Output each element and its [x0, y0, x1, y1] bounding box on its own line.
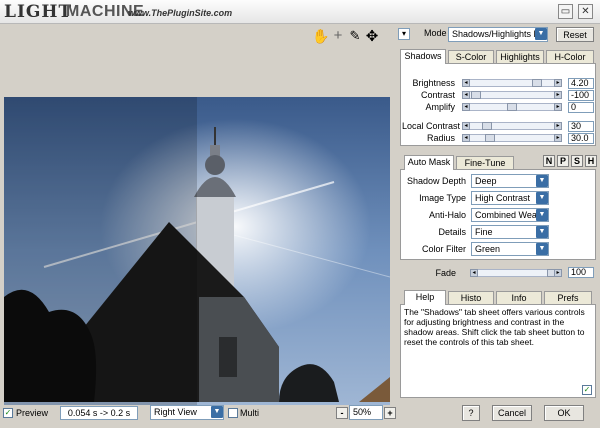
preview-label: Preview — [16, 408, 49, 418]
move-tool-icon[interactable]: ✥ — [365, 27, 379, 45]
chevron-down-icon[interactable]: ▼ — [536, 243, 548, 255]
slider-value[interactable]: 30.0 — [568, 133, 594, 144]
slider-label: Brightness — [412, 78, 455, 88]
n-button[interactable]: N — [543, 155, 555, 167]
select-label: Anti-Halo — [428, 210, 466, 220]
chevron-down-icon[interactable]: ▼ — [536, 209, 548, 221]
tab-fine-tune[interactable]: Fine-Tune — [456, 156, 514, 170]
fade-slider[interactable]: ◂ ▸ — [470, 269, 562, 277]
chevron-down-icon[interactable]: ▼ — [536, 175, 548, 187]
slider-left-arrow-icon[interactable]: ◂ — [462, 122, 470, 130]
select-label: Image Type — [419, 193, 466, 203]
select-label: Color Filter — [421, 244, 466, 254]
preview-checkbox[interactable]: ✓ — [3, 408, 13, 418]
p-button[interactable]: P — [557, 155, 569, 167]
slider-thumb[interactable] — [532, 79, 543, 87]
slider-label: Local Contrast — [402, 121, 461, 131]
tab-histo[interactable]: Histo — [448, 291, 494, 305]
hand-tool-icon[interactable]: ✋ — [312, 28, 329, 45]
fade-value[interactable]: 100 — [568, 267, 594, 278]
slider-thumb[interactable] — [485, 134, 496, 142]
tab-shadows[interactable]: Shadows — [400, 49, 446, 64]
cancel-button[interactable]: Cancel — [492, 405, 532, 421]
select-label: Shadow Depth — [406, 176, 466, 186]
slider-right-arrow-icon[interactable]: ▸ — [554, 122, 562, 130]
slider-track[interactable]: ◂ ▸ — [462, 134, 562, 142]
chevron-down-icon[interactable]: ▼ — [211, 406, 223, 418]
preview-area[interactable] — [4, 46, 390, 405]
options-menu-button[interactable]: ▾ — [398, 28, 410, 40]
help-panel: The "Shadows" tab sheet offers various c… — [400, 304, 596, 398]
mode-label: Mode — [424, 28, 447, 38]
slider-track[interactable]: ◂ ▸ — [462, 103, 562, 111]
slider-value[interactable]: -100 — [568, 90, 594, 101]
title-bar: LIGHT MACHINE www.ThePluginSite.com ▭ ✕ — [0, 0, 600, 24]
tab-highlights[interactable]: Highlights — [496, 50, 544, 64]
slider-right-arrow-icon[interactable]: ▸ — [554, 134, 562, 142]
multi-label: Multi — [240, 408, 260, 418]
eyedropper-tool-icon[interactable]: ✎ — [348, 28, 362, 44]
minimize-button[interactable]: ▭ — [558, 4, 573, 19]
preview-image[interactable] — [4, 97, 390, 405]
slider-left-arrow-icon[interactable]: ◂ — [470, 269, 478, 277]
tab-h-color[interactable]: H-Color — [546, 50, 594, 64]
fade-label: Fade — [435, 268, 456, 278]
select-label: Details — [438, 227, 466, 237]
reset-button[interactable]: Reset — [556, 27, 594, 42]
h-button[interactable]: H — [585, 155, 597, 167]
slider-track[interactable]: ◂ ▸ — [462, 122, 562, 130]
chevron-down-icon[interactable]: ▼ — [536, 192, 548, 204]
slider-thumb[interactable] — [471, 91, 481, 99]
slider-thumb[interactable] — [507, 103, 517, 111]
slider-track[interactable]: ◂ ▸ — [462, 91, 562, 99]
zoom-select[interactable]: 50% — [349, 405, 383, 420]
slider-right-arrow-icon[interactable]: ▸ — [554, 91, 562, 99]
tab-auto-mask[interactable]: Auto Mask — [404, 155, 454, 170]
ok-button[interactable]: OK — [544, 405, 584, 421]
help-button[interactable]: ? — [462, 405, 480, 421]
slider-left-arrow-icon[interactable]: ◂ — [462, 79, 470, 87]
s-button[interactable]: S — [571, 155, 583, 167]
slider-right-arrow-icon[interactable]: ▸ — [554, 79, 562, 87]
help-text: The "Shadows" tab sheet offers various c… — [404, 307, 585, 347]
slider-left-arrow-icon[interactable]: ◂ — [462, 134, 470, 142]
zoom-out-button[interactable]: - — [336, 407, 348, 419]
timing-readout: 0.054 s -> 0.2 s — [60, 406, 138, 420]
logo-light: LIGHT — [4, 2, 73, 22]
crosshair-tool-icon[interactable]: + — [331, 27, 345, 44]
chevron-down-icon[interactable]: ▼ — [536, 226, 548, 238]
slider-value[interactable]: 30 — [568, 121, 594, 132]
slider-left-arrow-icon[interactable]: ◂ — [462, 91, 470, 99]
tab-help[interactable]: Help — [404, 290, 446, 305]
slider-value[interactable]: 0 — [568, 102, 594, 113]
tab-info[interactable]: Info — [496, 291, 542, 305]
tab-s-color[interactable]: S-Color — [448, 50, 494, 64]
slider-value[interactable]: 4.20 — [568, 78, 594, 89]
mode-select[interactable]: Shadows/Highlights Pro — [448, 27, 548, 42]
slider-right-arrow-icon[interactable]: ▸ — [554, 103, 562, 111]
slider-label: Amplify — [425, 102, 455, 112]
close-button[interactable]: ✕ — [578, 4, 593, 19]
slider-track[interactable]: ◂ ▸ — [462, 79, 562, 87]
chevron-down-icon[interactable]: ▼ — [535, 28, 547, 40]
tab-prefs[interactable]: Prefs — [544, 291, 592, 305]
slider-label: Radius — [426, 133, 455, 143]
website-url[interactable]: www.ThePluginSite.com — [128, 8, 232, 18]
slider-label: Contrast — [420, 90, 455, 100]
slider-left-arrow-icon[interactable]: ◂ — [462, 103, 470, 111]
slider-right-arrow-icon[interactable]: ▸ — [554, 269, 562, 277]
slider-thumb[interactable] — [481, 122, 492, 130]
multi-checkbox[interactable] — [228, 408, 238, 418]
help-checkbox[interactable]: ✓ — [582, 385, 592, 395]
zoom-in-button[interactable]: + — [384, 407, 396, 419]
